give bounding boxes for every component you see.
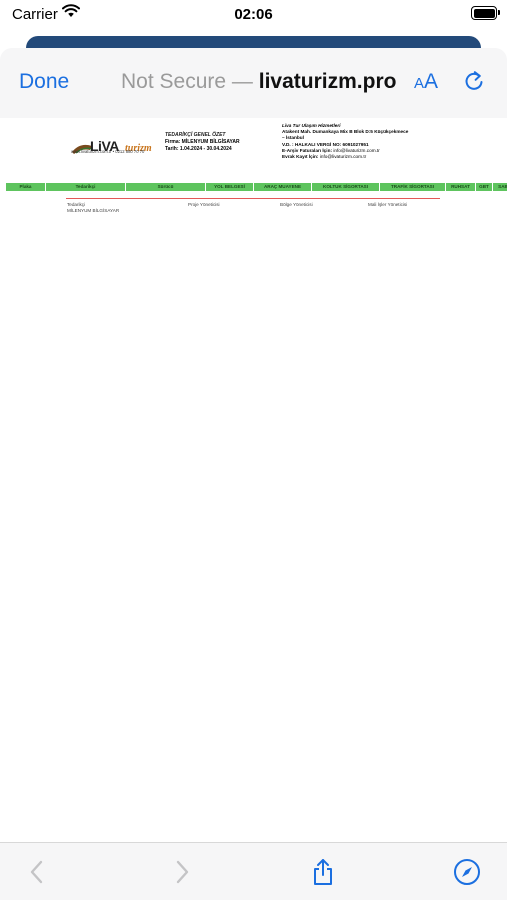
company-logo: LiVA turizm (70, 136, 162, 158)
column-header-inspection: ARAÇ MUAYENE (254, 183, 311, 191)
url-title[interactable]: Not Secure — livaturizm.pro (121, 70, 396, 94)
aa-large-glyph: A (424, 70, 439, 93)
signature-region-manager: Bölge Yöneticisi (280, 202, 313, 207)
signature-finance-manager: Mali İşler Yöneticisi (368, 202, 408, 207)
bottom-toolbar (0, 842, 507, 900)
column-header-road-permit: YOL BELGESİ (206, 183, 253, 191)
divider-line (66, 198, 440, 199)
firm-line: Firma: MİLENYUM BİLGİSAYAR (165, 139, 240, 145)
record-line: Evrak Kayıt İçin: info@livaturizm.com.tr (282, 154, 367, 160)
column-header-license: RUHSAT (446, 183, 475, 191)
security-label: Not Secure (121, 70, 227, 93)
reader-settings-button[interactable]: AA (414, 70, 438, 94)
column-header-sab: SAB (493, 183, 507, 191)
column-header-gbt: GBT (476, 183, 492, 191)
title-separator: — (231, 70, 253, 93)
clock: 02:06 (234, 6, 273, 23)
date-range: 1.04.2024 - 30.04.2024 (179, 146, 232, 152)
chevron-left-icon[interactable] (22, 857, 52, 887)
host-label: livaturizm.pro (258, 70, 397, 93)
summary-title: TEDARİKÇİ GENEL ÖZET (165, 132, 226, 138)
column-header-plate: Plaka (6, 183, 45, 191)
document-page: LiVA turizm www.livaturizm.com.tr • 0212… (0, 118, 507, 843)
date-line: Tarih: 1.04.2024 - 30.04.2024 (165, 146, 232, 152)
signature-supplier-name: MİLENYUM BİLGİSAYAR (67, 208, 120, 214)
signature-supplier: Tedarikçi MİLENYUM BİLGİSAYAR (67, 202, 119, 215)
nav-bar: Done Not Secure — livaturizm.pro AA (0, 48, 507, 119)
summary-block: TEDARİKÇİ GENEL ÖZET Firma: MİLENYUM BİL… (165, 132, 240, 153)
done-button[interactable]: Done (19, 70, 69, 94)
column-header-supplier: Tedarikçi (46, 183, 125, 191)
column-header-seat-insurance: KOLTUK SİGORTASI (312, 183, 379, 191)
column-header-traffic-insurance: TRAFİK SİGORTASI (380, 183, 445, 191)
compass-icon[interactable] (452, 857, 482, 887)
firm-name: MİLENYUM BİLGİSAYAR (181, 139, 240, 145)
battery-icon (471, 6, 500, 20)
column-header-driver: Sürücü (126, 183, 205, 191)
share-icon[interactable] (308, 857, 338, 887)
reload-icon[interactable] (462, 69, 486, 93)
company-info: Liva Tur Ulaşım Hizmetleri Atakent Mah. … (282, 123, 442, 160)
status-bar: Carrier 02:06 (0, 0, 507, 30)
logo-subtitle: www.livaturizm.com.tr • 0212 880 70 70 (71, 149, 145, 154)
chevron-right-icon[interactable] (167, 857, 197, 887)
aa-small-glyph: A (414, 75, 425, 92)
signature-project-manager: Proje Yöneticisi (188, 202, 220, 207)
safari-view-sheet: Done Not Secure — livaturizm.pro AA LiVA… (0, 48, 507, 900)
